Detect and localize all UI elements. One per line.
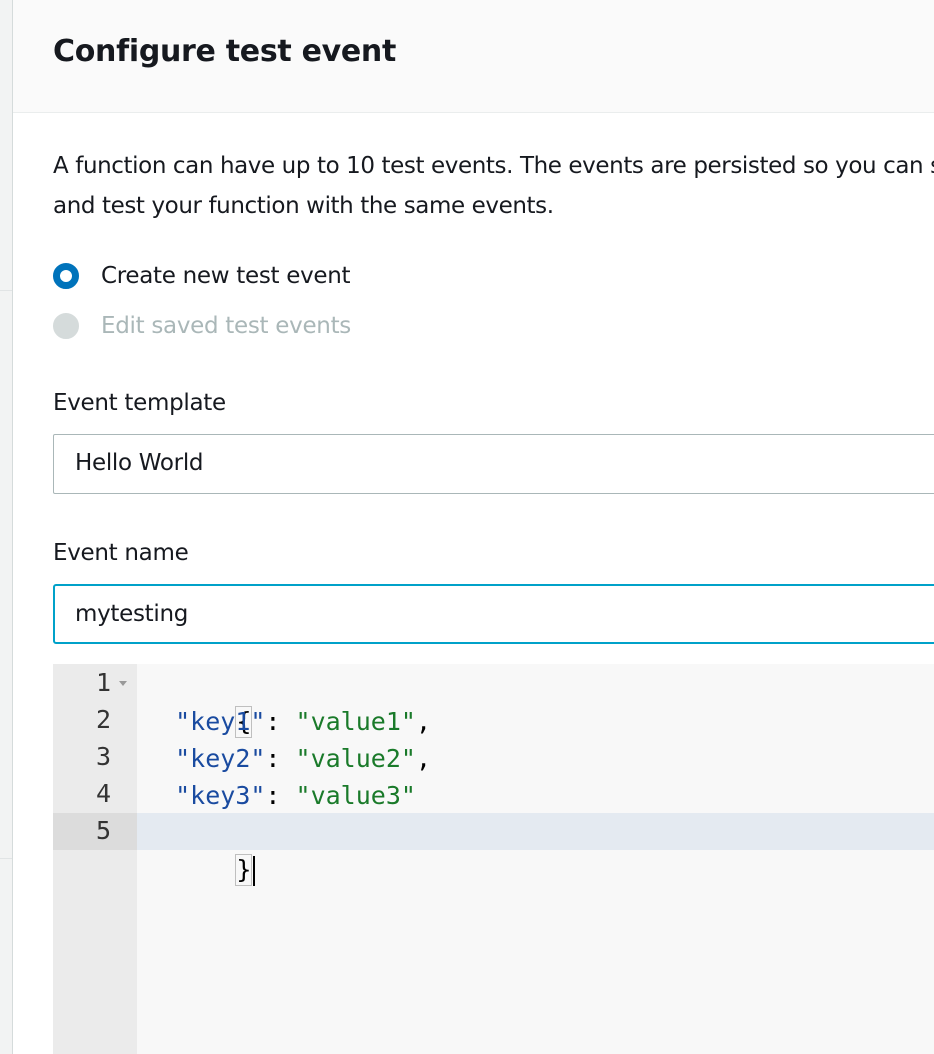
code-line-1: {	[145, 666, 253, 738]
radio-create-new-test-event[interactable]: Create new test event	[53, 261, 351, 291]
radio-disabled-icon	[53, 313, 79, 339]
modal-description: A function can have up to 10 test events…	[53, 146, 934, 226]
line-number: 4	[95, 779, 111, 808]
event-name-label: Event name	[53, 540, 189, 566]
json-colon: :	[265, 781, 296, 810]
code-line-4: "key3": "value3"	[145, 777, 416, 814]
json-value: "value3"	[295, 781, 416, 810]
text-cursor	[253, 856, 256, 886]
backdrop	[0, 0, 12, 1054]
event-name-input[interactable]	[53, 584, 934, 644]
code-line-5: }	[145, 814, 256, 886]
line-number: 2	[95, 705, 111, 734]
description-line-2: and test your function with the same eve…	[53, 193, 554, 219]
modal-title: Configure test event	[53, 34, 397, 69]
line-number: 1	[95, 668, 111, 697]
json-code-editor[interactable]: 1 2 3 4 5 { "key1": "value1", "key2": "v…	[53, 664, 934, 1054]
modal-header: Configure test event	[13, 0, 934, 113]
radio-label: Create new test event	[101, 263, 351, 289]
description-line-1: A function can have up to 10 test events…	[53, 153, 934, 179]
code-line-3: "key2": "value2",	[145, 740, 431, 777]
json-comma: ,	[415, 744, 432, 773]
json-colon: :	[265, 744, 296, 773]
code-line-2: "key1": "value1",	[145, 703, 431, 740]
active-line-highlight	[137, 813, 934, 850]
json-value: "value2"	[295, 744, 416, 773]
configure-test-event-modal: Configure test event A function can have…	[12, 0, 934, 1054]
json-key: "key3"	[175, 781, 266, 810]
event-template-label: Event template	[53, 390, 226, 416]
line-number: 5	[95, 816, 111, 845]
line-number: 3	[95, 742, 111, 771]
backdrop-divider	[0, 290, 12, 291]
json-comma: ,	[415, 707, 432, 736]
radio-edit-saved-test-events: Edit saved test events	[53, 311, 351, 341]
event-template-value: Hello World	[75, 450, 204, 476]
backdrop-divider	[0, 858, 12, 859]
json-colon: :	[265, 707, 296, 736]
json-value: "value1"	[295, 707, 416, 736]
radio-checked-icon[interactable]	[53, 263, 79, 289]
fold-toggle-icon[interactable]	[119, 681, 127, 686]
close-brace: }	[235, 854, 253, 886]
event-template-select[interactable]: Hello World	[53, 434, 934, 494]
json-key: "key2"	[175, 744, 266, 773]
radio-label: Edit saved test events	[101, 313, 351, 339]
json-key: "key1"	[175, 707, 266, 736]
